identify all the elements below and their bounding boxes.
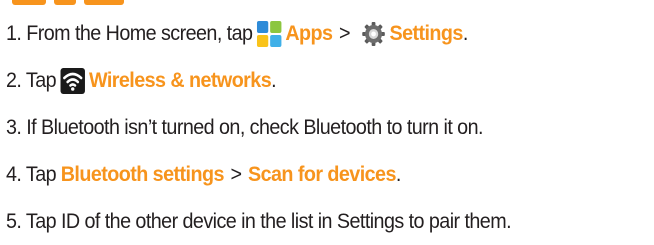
apps-link[interactable]: Apps: [285, 22, 333, 46]
step-1-text: 1. From the Home screen, tap: [6, 21, 253, 45]
bluetooth-settings-link[interactable]: Bluetooth settings: [61, 163, 225, 187]
menu-separator: >: [339, 21, 351, 45]
step-4-text: 4. Tap: [6, 162, 57, 186]
step-4: 4. Tap Bluetooth settings > Scan for dev…: [6, 151, 612, 198]
bluetooth-pairing-steps: 1. From the Home screen, tap Apps > Sett…: [6, 10, 651, 245]
step-2-text: 2. Tap: [6, 68, 57, 92]
step-2-period: .: [271, 68, 277, 92]
cropped-heading-fragment: [84, 0, 124, 5]
step-5: 5. Tap ID of the other device in the lis…: [6, 198, 612, 245]
step-1: 1. From the Home screen, tap Apps > Sett…: [6, 10, 612, 57]
step-4-period: .: [395, 162, 402, 186]
apps-icon: [257, 20, 282, 47]
top-orange-text-fragment: [0, 0, 654, 6]
step-2: 2. Tap Wireless & networks .: [6, 57, 612, 104]
cropped-heading-fragment: [12, 0, 46, 5]
step-1-period: .: [462, 21, 469, 45]
settings-gear-icon: [361, 21, 385, 47]
menu-separator: >: [230, 162, 242, 186]
step-5-text: 5. Tap ID of the other device in the lis…: [6, 209, 512, 233]
settings-link[interactable]: Settings: [389, 22, 463, 46]
scan-for-devices-link[interactable]: Scan for devices: [248, 163, 396, 187]
cropped-heading-fragment: [54, 0, 76, 5]
step-3-text: 3. If Bluetooth isn’t turned on, check B…: [6, 115, 483, 139]
wireless-networks-link[interactable]: Wireless & networks: [89, 69, 272, 93]
step-3: 3. If Bluetooth isn’t turned on, check B…: [6, 104, 612, 151]
wifi-icon: [60, 67, 86, 94]
